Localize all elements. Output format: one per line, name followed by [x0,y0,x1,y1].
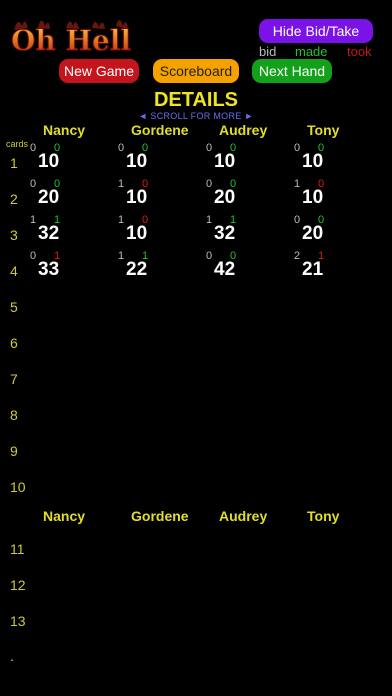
score-cell: 1 0 10 [294,178,354,212]
score-cell: 1 1 32 [30,214,90,248]
score-cell: 0 0 10 [118,142,178,176]
bid-value: 0 [30,142,37,154]
score-cell: 0 0 10 [30,142,90,176]
round-number: 13 [10,613,26,629]
player-name-audrey: Audrey [219,508,268,524]
running-total: 10 [126,151,148,172]
round-number: 3 [10,227,18,243]
running-total: 32 [38,223,60,244]
round-number: 4 [10,263,18,279]
oh-hell-logo: Oh Hell [8,12,146,56]
round-number: 8 [10,407,18,423]
round-number: 10 [10,479,26,495]
player-name-nancy: Nancy [43,122,86,138]
round-number: 6 [10,335,18,351]
bid-value: 1 [118,214,125,226]
scroll-hint[interactable]: ◄ SCROLL FOR MORE ► [0,111,392,121]
round-number: 5 [10,299,18,315]
round-number: 12 [10,577,26,593]
score-cell: 1 0 10 [118,178,178,212]
player-name-gordene: Gordene [131,122,189,138]
next-hand-button[interactable]: Next Hand [252,59,332,83]
score-cell: 2 1 21 [294,250,354,284]
round-number: 9 [10,443,18,459]
new-game-button[interactable]: New Game [59,59,139,83]
running-total: 10 [38,151,60,172]
round-number: 2 [10,191,18,207]
score-cell: 1 1 22 [118,250,178,284]
bid-value: 1 [118,250,125,262]
score-cell: 0 0 42 [206,250,266,284]
running-total: 32 [214,223,236,244]
legend-bid: bid [259,44,277,59]
bid-value: 1 [30,214,37,226]
score-cell: 1 0 10 [118,214,178,248]
bid-value: 0 [118,142,125,154]
bid-value: 2 [294,250,301,262]
hide-bid-take-button[interactable]: Hide Bid/Take [259,19,373,43]
player-name-gordene: Gordene [131,508,189,524]
bid-value: 0 [206,250,213,262]
player-name-nancy: Nancy [43,508,86,524]
round-number: 7 [10,371,18,387]
score-cell: 0 0 10 [206,142,266,176]
bid-value: 1 [294,178,301,190]
round-number: 1 [10,155,18,171]
running-total: 20 [38,187,60,208]
running-total: 20 [302,223,324,244]
page-title: DETAILS [153,89,239,111]
score-cell: 0 0 10 [294,142,354,176]
player-name-audrey: Audrey [219,122,268,138]
bid-value: 0 [206,142,213,154]
running-total: 10 [302,151,324,172]
bid-value: 0 [294,142,301,154]
bid-value: 1 [206,214,213,226]
legend-took: took [347,44,372,59]
score-cell: 0 0 20 [30,178,90,212]
score-cell: 0 1 33 [30,250,90,284]
bid-value: 0 [294,214,301,226]
running-total: 10 [126,223,148,244]
running-total: 10 [302,187,324,208]
bid-value: 0 [206,178,213,190]
running-total: 42 [214,259,236,280]
bid-value: 1 [118,178,125,190]
running-total: 10 [126,187,148,208]
legend-made: made [295,44,328,59]
bid-value: 0 [30,178,37,190]
running-total: 10 [214,151,236,172]
logo-text: Oh Hell [11,24,131,56]
score-cell: 0 0 20 [294,214,354,248]
running-total: 21 [302,259,324,280]
more-rounds-indicator: . [10,648,14,664]
cards-column-label: cards [6,139,29,149]
score-cell: 1 1 32 [206,214,266,248]
running-total: 22 [126,259,148,280]
bid-value: 0 [30,250,37,262]
round-number: 11 [10,541,25,557]
player-name-tony: Tony [307,122,340,138]
score-cell: 0 0 20 [206,178,266,212]
player-name-tony: Tony [307,508,340,524]
running-total: 33 [38,259,60,280]
running-total: 20 [214,187,236,208]
scoreboard-button[interactable]: Scoreboard [153,59,239,83]
